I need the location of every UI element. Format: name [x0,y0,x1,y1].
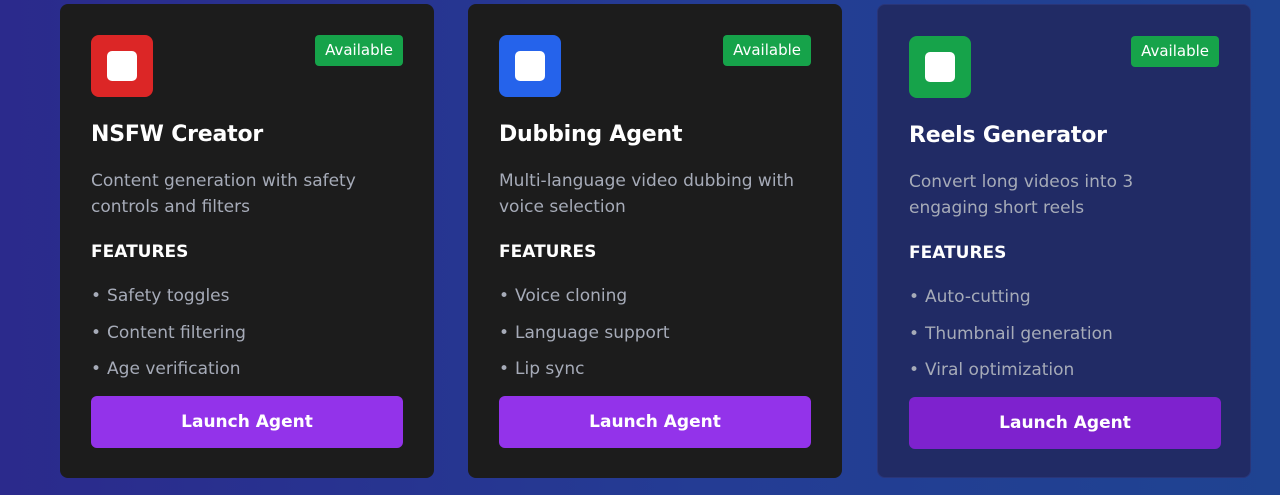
features-list: Auto-cutting Thumbnail generation Viral … [909,279,1113,389]
status-badge: Available [1131,36,1219,67]
card-description: Content generation with safety controls … [91,171,356,217]
features-heading: FEATURES [499,242,597,262]
feature-item: Language support [499,315,670,352]
agent-icon [909,36,971,98]
features-list: Safety toggles Content filtering Age ver… [91,278,246,388]
feature-item: Safety toggles [91,278,246,315]
launch-agent-button[interactable]: Launch Agent [91,396,403,448]
card-title: Reels Generator [909,123,1107,148]
square-icon [925,52,955,82]
square-icon [515,51,545,81]
launch-agent-button[interactable]: Launch Agent [499,396,811,448]
feature-item: Content filtering [91,315,246,352]
status-badge: Available [723,35,811,66]
agent-icon [499,35,561,97]
card-title: Dubbing Agent [499,122,683,147]
feature-item: Voice cloning [499,278,670,315]
features-list: Voice cloning Language support Lip sync [499,278,670,388]
agent-icon [91,35,153,97]
feature-item: Lip sync [499,351,670,388]
agent-card-dubbing-agent: Available Dubbing Agent Multi-language v… [468,4,842,478]
feature-item: Auto-cutting [909,279,1113,316]
features-heading: FEATURES [91,242,189,262]
agent-card-reels-generator: Available Reels Generator Convert long v… [877,4,1251,478]
status-badge: Available [315,35,403,66]
feature-item: Thumbnail generation [909,316,1113,353]
card-description: Multi-language video dubbing with voice … [499,171,794,217]
feature-item: Age verification [91,351,246,388]
card-title: NSFW Creator [91,122,264,147]
square-icon [107,51,137,81]
card-description: Convert long videos into 3 engaging shor… [909,172,1134,218]
feature-item: Viral optimization [909,352,1113,389]
features-heading: FEATURES [909,243,1007,263]
agent-card-nsfw-creator: Available NSFW Creator Content generatio… [60,4,434,478]
launch-agent-button[interactable]: Launch Agent [909,397,1221,449]
